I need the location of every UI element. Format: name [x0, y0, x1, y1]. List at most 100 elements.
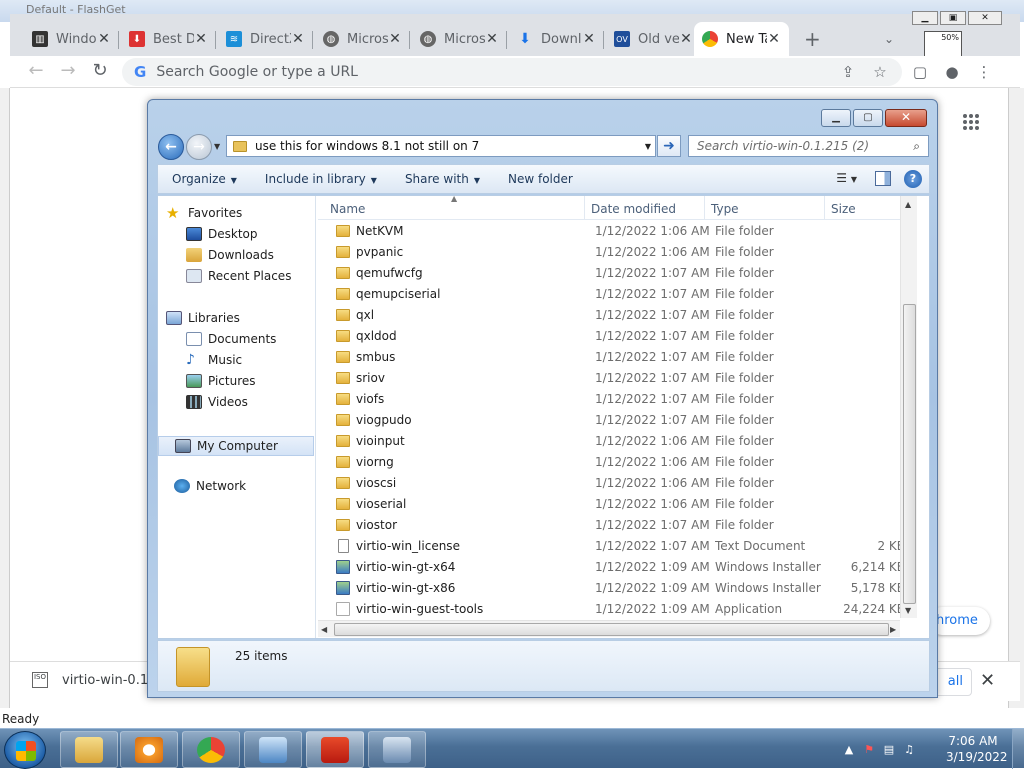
- close-tab-icon[interactable]: ✕: [582, 31, 596, 47]
- menu-icon[interactable]: ⋮: [974, 62, 994, 82]
- column-name[interactable]: Name: [330, 202, 365, 216]
- bookmark-star-icon[interactable]: ☆: [870, 62, 890, 82]
- scroll-up-arrow[interactable]: ▲: [905, 200, 911, 209]
- tab-2[interactable]: ≋ DirectX✕: [218, 22, 313, 56]
- address-bar[interactable]: use this for windows 8.1 not still on 7 …: [226, 135, 656, 157]
- network-icon[interactable]: ▤: [882, 743, 896, 757]
- minimize-button[interactable]: ▁: [821, 109, 851, 127]
- column-date[interactable]: Date modified: [591, 202, 676, 216]
- start-button[interactable]: [4, 731, 46, 769]
- omnibox[interactable]: G Search Google or type a URL: [122, 58, 902, 86]
- maximize-button[interactable]: ▣: [940, 11, 966, 25]
- tab-1[interactable]: ⬇ Best Download✕: [121, 22, 216, 56]
- taskbar-computer[interactable]: [368, 731, 426, 768]
- taskbar-chrome[interactable]: [182, 731, 240, 768]
- scroll-left-arrow[interactable]: ◀: [321, 625, 327, 634]
- go-button[interactable]: ➜: [657, 135, 681, 157]
- show-desktop-button[interactable]: [1012, 729, 1024, 769]
- taskbar-control-panel[interactable]: [244, 731, 302, 768]
- show-all-button[interactable]: all: [934, 668, 972, 696]
- tab-6[interactable]: OV Old version✕: [606, 22, 701, 56]
- include-in-library-button[interactable]: Include in library ▼: [251, 172, 391, 186]
- file-row[interactable]: NetKVM 1/12/2022 1:06 AM File folder: [318, 221, 898, 242]
- preview-pane-icon[interactable]: [875, 171, 891, 186]
- back-button[interactable]: ←: [158, 134, 184, 160]
- file-row[interactable]: vioinput 1/12/2022 1:06 AM File folder: [318, 431, 898, 452]
- file-row[interactable]: qemufwcfg 1/12/2022 1:07 AM File folder: [318, 263, 898, 284]
- file-row[interactable]: vioserial 1/12/2022 1:06 AM File folder: [318, 494, 898, 515]
- nav-desktop[interactable]: Desktop: [186, 227, 258, 241]
- new-folder-button[interactable]: New folder: [494, 172, 587, 186]
- nav-music[interactable]: ♪ Music: [186, 353, 242, 367]
- share-icon[interactable]: ⇪: [838, 62, 858, 82]
- forward-button[interactable]: →: [56, 60, 80, 84]
- taskbar-explorer[interactable]: [60, 731, 118, 768]
- tab-4[interactable]: ◍ Microsoft✕: [412, 22, 507, 56]
- file-row[interactable]: virtio-win_license 1/12/2022 1:07 AM Text …: [318, 536, 905, 557]
- close-shelf-icon[interactable]: ✕: [980, 670, 995, 691]
- tab-7[interactable]: New Tab✕: [694, 22, 789, 56]
- share-with-button[interactable]: Share with ▼: [391, 172, 494, 186]
- tab-3[interactable]: ◍ Microsoft✕: [315, 22, 410, 56]
- file-row[interactable]: viorng 1/12/2022 1:06 AM File folder: [318, 452, 898, 473]
- close-tab-icon[interactable]: ✕: [194, 31, 208, 47]
- file-row[interactable]: virtio-win-gt-x64 1/12/2022 1:09 AM Window…: [318, 557, 905, 578]
- vertical-scrollbar[interactable]: ▲ ▼: [900, 196, 917, 618]
- nav-recent-places[interactable]: Recent Places: [186, 269, 291, 283]
- close-tab-icon[interactable]: ✕: [388, 31, 402, 47]
- file-row[interactable]: smbus 1/12/2022 1:07 AM File folder: [318, 347, 898, 368]
- close-button[interactable]: ✕: [885, 109, 927, 127]
- file-row[interactable]: virtio-win-gt-x86 1/12/2022 1:09 AM Window…: [318, 578, 905, 599]
- taskbar-media-player[interactable]: [120, 731, 178, 768]
- show-hidden-icons[interactable]: ▲: [842, 743, 856, 757]
- nav-pictures[interactable]: Pictures: [186, 374, 256, 388]
- tab-0[interactable]: ▥ Windows✕: [24, 22, 119, 56]
- file-row[interactable]: qxl 1/12/2022 1:07 AM File folder: [318, 305, 898, 326]
- action-center-icon[interactable]: ⚑: [862, 743, 876, 757]
- close-tab-icon[interactable]: ✕: [679, 31, 693, 47]
- nav-my-computer[interactable]: My Computer: [158, 436, 314, 456]
- file-row[interactable]: pvpanic 1/12/2022 1:06 AM File folder: [318, 242, 898, 263]
- close-button[interactable]: ✕: [968, 11, 1002, 25]
- scroll-thumb[interactable]: [903, 304, 916, 604]
- column-size[interactable]: Size: [831, 202, 856, 216]
- forward-button[interactable]: →: [186, 134, 212, 160]
- apps-grid-icon[interactable]: [962, 113, 980, 131]
- nav-libraries[interactable]: Libraries: [166, 311, 240, 325]
- views-button[interactable]: ☰ ▼: [836, 171, 857, 185]
- file-row[interactable]: sriov 1/12/2022 1:07 AM File folder: [318, 368, 898, 389]
- volume-icon[interactable]: ♫: [902, 743, 916, 757]
- scroll-down-arrow[interactable]: ▼: [905, 606, 911, 615]
- taskbar-flashget[interactable]: [306, 731, 364, 768]
- profile-icon[interactable]: ●: [942, 62, 962, 82]
- minimize-button[interactable]: ▁: [912, 11, 938, 25]
- search-input[interactable]: Search virtio-win-0.1.215 (2) ⌕: [688, 135, 929, 157]
- file-row[interactable]: viogpudo 1/12/2022 1:07 AM File folder: [318, 410, 898, 431]
- organize-button[interactable]: Organize ▼: [158, 172, 251, 186]
- back-button[interactable]: ←: [24, 60, 48, 84]
- file-row[interactable]: qxldod 1/12/2022 1:07 AM File folder: [318, 326, 898, 347]
- file-row[interactable]: viostor 1/12/2022 1:07 AM File folder: [318, 515, 898, 536]
- horizontal-scrollbar[interactable]: ◀ ▶: [318, 620, 900, 637]
- file-row[interactable]: vioscsi 1/12/2022 1:06 AM File folder: [318, 473, 898, 494]
- close-tab-icon[interactable]: ✕: [97, 31, 111, 47]
- file-row[interactable]: qemupciserial 1/12/2022 1:07 AM File folde…: [318, 284, 898, 305]
- nav-videos[interactable]: Videos: [186, 395, 248, 409]
- side-panel-icon[interactable]: ▢: [910, 62, 930, 82]
- scroll-right-arrow[interactable]: ▶: [890, 625, 896, 634]
- chevron-down-icon[interactable]: ▼: [645, 142, 651, 151]
- tab-5[interactable]: ⬇ Download✕: [509, 22, 604, 56]
- close-tab-icon[interactable]: ✕: [485, 31, 499, 47]
- scroll-thumb[interactable]: [334, 623, 889, 636]
- tab-search-button[interactable]: ⌄: [876, 22, 906, 56]
- new-tab-button[interactable]: +: [796, 22, 826, 56]
- recent-pages-icon[interactable]: ▼: [214, 142, 220, 151]
- column-type[interactable]: Type: [711, 202, 739, 216]
- nav-network[interactable]: Network: [174, 479, 246, 493]
- close-tab-icon[interactable]: ✕: [291, 31, 305, 47]
- file-row[interactable]: viofs 1/12/2022 1:07 AM File folder: [318, 389, 898, 410]
- reload-button[interactable]: ↻: [88, 60, 112, 84]
- nav-documents[interactable]: Documents: [186, 332, 276, 346]
- nav-favorites[interactable]: ★ Favorites: [166, 206, 242, 221]
- download-item[interactable]: ISO virtio-win-0.1.2: [32, 672, 161, 688]
